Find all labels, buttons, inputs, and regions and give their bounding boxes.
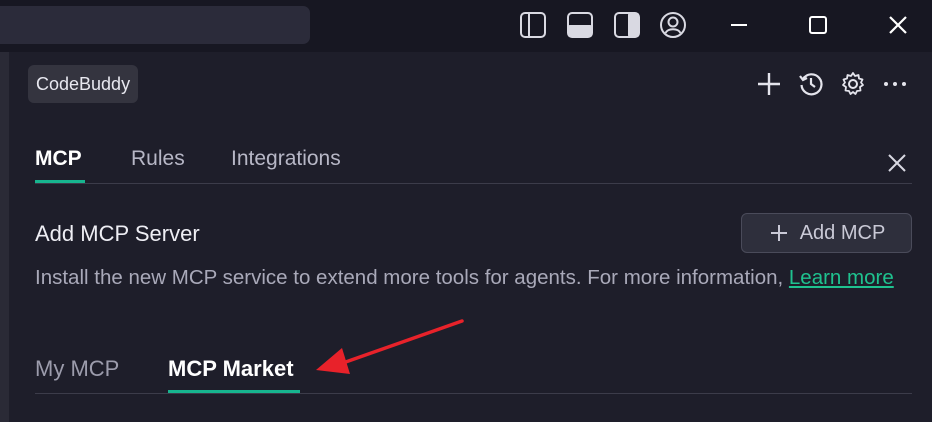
description-text: Install the new MCP service to extend mo…	[35, 266, 784, 289]
subtab-mcp-market[interactable]: MCP Market	[168, 355, 294, 383]
close-icon[interactable]	[882, 9, 914, 41]
subtabs-divider	[35, 393, 912, 394]
close-panel-icon[interactable]	[884, 150, 910, 176]
settings-icon[interactable]	[839, 70, 867, 98]
add-mcp-button[interactable]: Add MCP	[741, 213, 912, 253]
history-icon[interactable]	[797, 70, 825, 98]
tab-mcp[interactable]: MCP	[35, 146, 82, 172]
minimize-icon[interactable]	[723, 9, 755, 41]
add-mcp-label: Add MCP	[799, 221, 886, 244]
panel-name-badge: CodeBuddy	[28, 65, 139, 103]
annotation-arrow-icon	[316, 319, 464, 374]
subtab-my-mcp[interactable]: My MCP	[35, 355, 119, 383]
command-center-search[interactable]	[0, 6, 310, 44]
learn-more-link[interactable]: Learn more	[789, 266, 894, 289]
title-bar	[0, 0, 932, 52]
section-title: Add MCP Server	[35, 221, 200, 246]
toggle-panel-icon[interactable]	[565, 10, 595, 40]
tabs-divider	[35, 183, 912, 184]
section-description: Install the new MCP service to extend mo…	[35, 262, 895, 294]
maximize-icon[interactable]	[802, 9, 834, 41]
activity-bar-edge	[0, 52, 9, 422]
new-chat-icon[interactable]	[755, 70, 783, 98]
tab-rules[interactable]: Rules	[131, 146, 185, 172]
more-icon[interactable]	[881, 70, 909, 98]
account-icon[interactable]	[658, 10, 688, 40]
tab-integrations[interactable]: Integrations	[231, 146, 341, 172]
plus-icon	[768, 222, 790, 244]
toggle-primary-sidebar-icon[interactable]	[518, 10, 548, 40]
toggle-secondary-sidebar-icon[interactable]	[612, 10, 642, 40]
